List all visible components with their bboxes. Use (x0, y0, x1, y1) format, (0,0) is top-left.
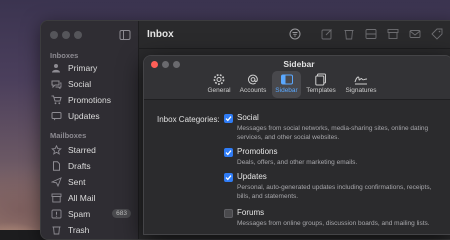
at-icon (248, 74, 258, 85)
minimize-window-button[interactable] (62, 31, 70, 39)
sidebar-item-label: Starred (68, 145, 96, 155)
archive-icon (50, 193, 62, 203)
checkmark-icon (225, 116, 232, 122)
sidebar-item-social[interactable]: Social (47, 77, 133, 91)
sidebar-item-label: Primary (68, 63, 98, 73)
sidebar-icon (280, 74, 293, 85)
checkmark-icon (225, 175, 232, 181)
promotions-option-description: Deals, offers, and other marketing email… (237, 159, 358, 166)
promotions-option-label: Promotions (237, 147, 278, 156)
cart-icon (50, 95, 62, 105)
sidebar-item-promotions[interactable]: Promotions (47, 93, 133, 107)
tab-label: Accounts (239, 87, 267, 94)
sidebar-item-label: Sent (68, 177, 86, 187)
settings-dialog: Sidebar General Accounts Sidebar Templat… (143, 55, 450, 235)
sidebar-item-label: All Mail (68, 193, 96, 203)
templates-icon (315, 73, 326, 86)
message-list-header: Inbox (139, 21, 319, 49)
spam-icon (50, 209, 62, 219)
forums-option-description: Messages from online groups, discussion … (237, 220, 430, 227)
updates-option-description: Personal, auto-generated updates includi… (237, 184, 432, 200)
forums-checkbox[interactable] (224, 209, 233, 218)
sidebar-toggle-icon[interactable] (119, 29, 131, 41)
unread-count-badge: 683 (112, 209, 131, 218)
sidebar-item-label: Drafts (68, 161, 91, 171)
star-icon (50, 145, 62, 155)
sidebar-item-label: Social (68, 79, 92, 89)
close-window-button[interactable] (50, 31, 58, 39)
social-option-description: Messages from social networks, media-sha… (237, 125, 429, 141)
sidebar-item-label: Spam (68, 209, 91, 219)
tab-signatures[interactable]: Signatures (341, 71, 381, 98)
sidebar-item-starred[interactable]: Starred (47, 143, 133, 157)
sidebar-item-all-mail[interactable]: All Mail (47, 191, 133, 205)
chat-bubble-icon (50, 79, 62, 89)
trash-icon (50, 225, 62, 235)
social-option-label: Social (237, 113, 259, 122)
tab-label: General (207, 87, 231, 94)
doc-icon (50, 161, 62, 171)
tab-label: Signatures (345, 87, 377, 94)
archive-icon[interactable] (387, 28, 399, 40)
message-icon (50, 111, 62, 121)
sidebar-item-drafts[interactable]: Drafts (47, 159, 133, 173)
person-icon (50, 63, 62, 73)
sidebar-item-label: Promotions (68, 95, 111, 105)
updates-option-label: Updates (237, 172, 267, 181)
tab-general[interactable]: General (204, 71, 234, 98)
mail-icon[interactable] (409, 28, 421, 40)
sidebar-item-updates[interactable]: Updates (47, 109, 133, 123)
mail-sidebar: Inboxes Primary Social Promotions Update… (41, 21, 139, 239)
forums-option-label: Forums (237, 208, 265, 217)
tab-accounts[interactable]: Accounts (236, 71, 270, 98)
zoom-window-button[interactable] (74, 31, 82, 39)
page-title: Inbox (147, 29, 174, 40)
message-toolbar (319, 21, 450, 49)
tab-templates[interactable]: Templates (303, 71, 339, 98)
sidebar-item-spam[interactable]: Spam 683 (47, 207, 133, 221)
sidebar-item-primary[interactable]: Primary (47, 61, 133, 75)
gear-icon (213, 74, 225, 85)
sidebar-item-label: Updates (68, 111, 100, 121)
sidebar-item-trash[interactable]: Trash (47, 223, 133, 237)
junk-icon[interactable] (365, 28, 377, 40)
checkmark-icon (225, 150, 232, 156)
sidebar-section-mailboxes: Mailboxes (50, 131, 87, 140)
social-checkbox[interactable] (224, 114, 233, 123)
send-icon (50, 177, 62, 187)
sidebar-item-label: Trash (68, 225, 90, 235)
trash-icon[interactable] (343, 28, 355, 40)
updates-checkbox[interactable] (224, 173, 233, 182)
inbox-categories-label: Inbox Categories: (157, 115, 220, 124)
signature-icon (354, 76, 368, 85)
compose-icon[interactable] (321, 28, 333, 40)
dialog-titlebar: Sidebar General Accounts Sidebar Templat… (144, 56, 450, 100)
sidebar-section-inboxes: Inboxes (50, 51, 79, 60)
tab-label: Sidebar (275, 87, 298, 94)
tab-sidebar[interactable]: Sidebar (272, 71, 301, 98)
dialog-title: Sidebar (283, 59, 315, 69)
filter-icon[interactable] (289, 28, 301, 40)
sidebar-settings-panel: Inbox Categories: Social Messages from s… (144, 101, 450, 234)
sidebar-item-sent[interactable]: Sent (47, 175, 133, 189)
promotions-checkbox[interactable] (224, 148, 233, 157)
tab-label: Templates (306, 87, 336, 94)
tag-icon[interactable] (431, 28, 443, 40)
